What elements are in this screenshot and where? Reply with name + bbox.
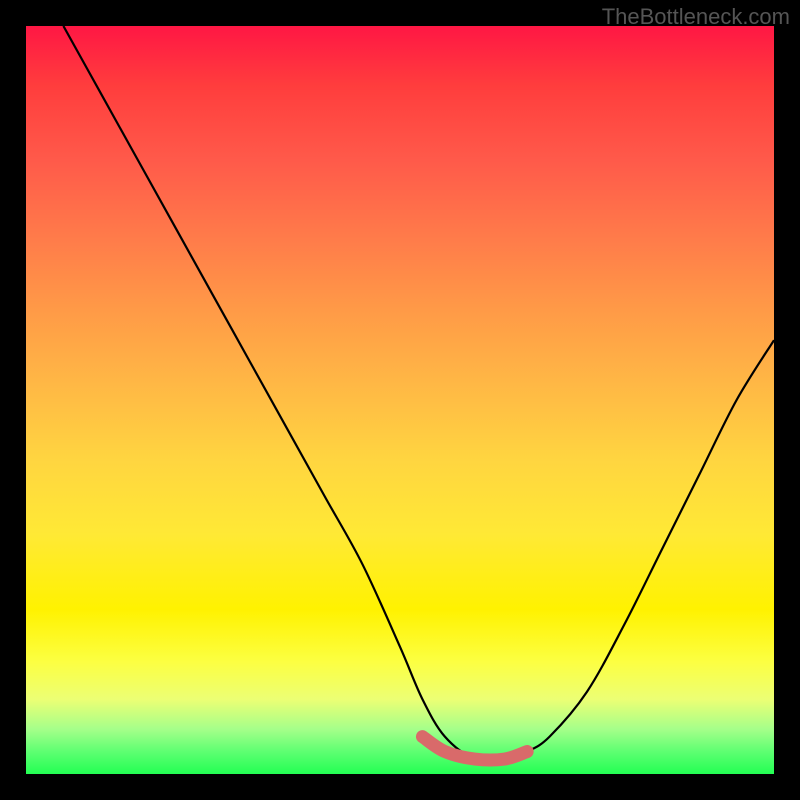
plot-area <box>26 26 774 774</box>
optimal-band <box>422 737 527 760</box>
curve-svg <box>26 26 774 774</box>
chart-container: TheBottleneck.com <box>0 0 800 800</box>
watermark-text: TheBottleneck.com <box>602 4 790 30</box>
bottleneck-curve <box>63 26 774 761</box>
